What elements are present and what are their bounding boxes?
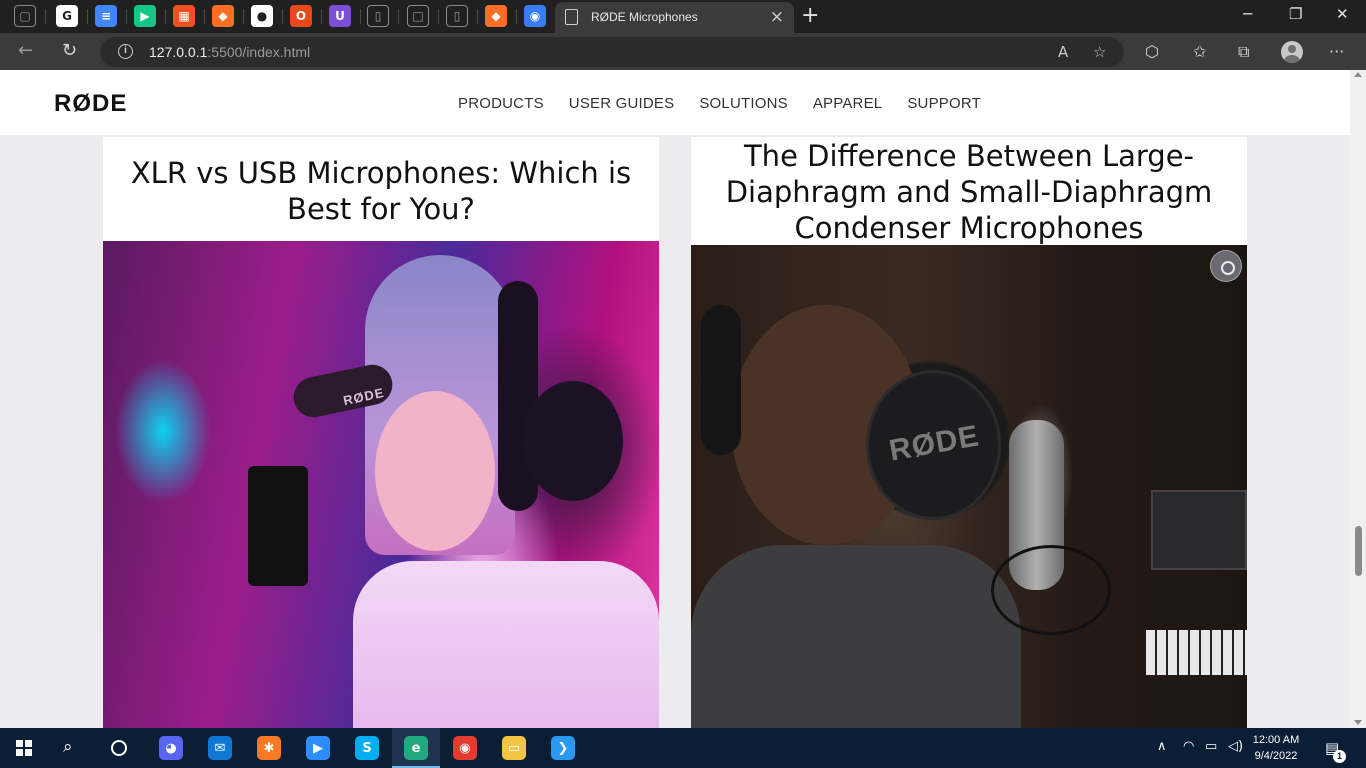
more-options-icon[interactable]: ··· xyxy=(1329,42,1344,61)
tab-separator xyxy=(87,9,88,24)
close-window-button[interactable]: ✕ xyxy=(1336,5,1349,23)
tab-separator xyxy=(360,9,361,24)
address-bar[interactable]: i 127.0.0.1:5500/index.html A ☆ xyxy=(100,37,1124,67)
show-hidden-icons[interactable]: ∧ xyxy=(1157,739,1167,754)
time-text: 12:00 AM xyxy=(1252,734,1300,746)
maximize-button[interactable]: ❐ xyxy=(1289,5,1302,23)
tab-separator xyxy=(243,9,244,24)
nav-solutions[interactable]: SOLUTIONS xyxy=(699,95,787,112)
gitlab-icon[interactable]: ◆ xyxy=(485,5,507,27)
nav-user-guides[interactable]: USER GUIDES xyxy=(569,95,675,112)
mail-icon[interactable]: ✉ xyxy=(208,736,232,760)
skype-icon[interactable]: S xyxy=(355,736,379,760)
profile-avatar[interactable] xyxy=(1281,41,1303,63)
vertical-scrollbar[interactable] xyxy=(1350,70,1366,728)
notification-badge: 1 xyxy=(1333,750,1346,763)
page-icon[interactable]: ▯ xyxy=(367,5,389,27)
vscode-icon[interactable]: ❯ xyxy=(551,736,575,760)
tab-separator xyxy=(438,9,439,24)
chrome-icon[interactable]: ◉ xyxy=(453,736,477,760)
square-icon[interactable]: □ xyxy=(407,5,429,27)
nav-apparel[interactable]: APPAREL xyxy=(813,95,883,112)
scroll-thumb[interactable] xyxy=(1355,526,1362,576)
date-text: 9/4/2022 xyxy=(1254,750,1298,762)
shirt-shape xyxy=(353,561,659,728)
office-icon[interactable]: O xyxy=(290,5,312,27)
web-page: RØDE PRODUCTS USER GUIDES SOLUTIONS APPA… xyxy=(0,70,1350,728)
discord-icon[interactable]: ◕ xyxy=(159,736,183,760)
xampp-icon[interactable]: ✱ xyxy=(257,736,281,760)
gitlab-icon[interactable]: ◆ xyxy=(212,5,234,27)
tab-separator xyxy=(45,9,46,24)
laptop-shape xyxy=(1151,490,1247,570)
article-image[interactable]: RØDE xyxy=(103,241,659,728)
clock[interactable]: 12:00 AM 9/4/2022 xyxy=(1248,732,1304,764)
wifi-icon[interactable]: ◠ xyxy=(1183,739,1194,754)
google-docs-icon[interactable]: ≡ xyxy=(95,5,117,27)
page-icon xyxy=(565,9,578,25)
microsoft-icon[interactable]: ▦ xyxy=(173,5,195,27)
keyboard-shape xyxy=(1146,630,1247,675)
favorite-star-icon[interactable]: ☆ xyxy=(1093,43,1106,61)
tab-separator xyxy=(204,9,205,24)
page-icon[interactable]: ▯ xyxy=(446,5,468,27)
site-header: RØDE PRODUCTS USER GUIDES SOLUTIONS APPA… xyxy=(0,70,1350,135)
cortana-icon[interactable] xyxy=(111,740,127,756)
scroll-down-icon[interactable] xyxy=(1354,720,1362,725)
edge-icon[interactable]: e xyxy=(404,736,428,760)
earcup-shape xyxy=(523,381,623,501)
article-image[interactable]: RØDE xyxy=(691,245,1247,728)
main-nav: PRODUCTS USER GUIDES SOLUTIONS APPAREL S… xyxy=(458,95,1006,112)
google-icon[interactable]: G xyxy=(56,5,78,27)
tab-strip: ▢ G ≡ ▶ ▦ ◆ ● O U ▯ □ ▯ ◆ ◉ RØDE Microphones × + ─ ❐ … xyxy=(0,0,1366,33)
collections-icon[interactable]: ⧉ xyxy=(1238,42,1249,62)
tab-separator xyxy=(398,9,399,24)
tab-separator xyxy=(165,9,166,24)
visual-search-icon[interactable] xyxy=(1210,250,1242,282)
toolbar: ← ↻ i 127.0.0.1:5500/index.html A ☆ ⬡ ✩ … xyxy=(0,33,1366,70)
play-icon[interactable]: ▶ xyxy=(134,5,156,27)
zoom-icon[interactable]: ▶ xyxy=(306,736,330,760)
tab-separator xyxy=(126,9,127,24)
window-icon[interactable]: ▢ xyxy=(14,5,36,27)
article-title[interactable]: The Difference Between Large-Diaphragm a… xyxy=(687,138,1251,246)
new-tab-button[interactable]: + xyxy=(801,3,819,28)
volume-icon[interactable]: ◁) xyxy=(1228,739,1243,754)
file-explorer-icon[interactable]: ▭ xyxy=(502,736,526,760)
shirt-shape xyxy=(691,545,1021,728)
tab-rode-microphones[interactable]: RØDE Microphones × xyxy=(555,2,794,33)
tab-separator xyxy=(321,9,322,24)
refresh-icon[interactable]: ↻ xyxy=(62,40,77,61)
taskbar: ⌕ ◕ ✉ ✱ ▶ Se ◉ ▭ ❯ ∧ ◠ ▭ ◁) 12:00 AM 9/4/2022 ▤… xyxy=(0,728,1366,768)
favorites-icon[interactable]: ✩ xyxy=(1193,42,1206,61)
shock-mount-shape xyxy=(991,545,1111,635)
tab-separator xyxy=(516,9,517,24)
tab-separator xyxy=(477,9,478,24)
face-shape xyxy=(375,391,495,551)
headphones-shape xyxy=(701,305,741,455)
github-icon[interactable]: ● xyxy=(251,5,273,27)
u-icon[interactable]: U xyxy=(329,5,351,27)
nav-support[interactable]: SUPPORT xyxy=(907,95,981,112)
battery-icon[interactable]: ▭ xyxy=(1205,739,1217,754)
tab-title: RØDE Microphones xyxy=(591,10,698,24)
url-text[interactable]: 127.0.0.1:5500/index.html xyxy=(149,44,310,60)
minimize-button[interactable]: ─ xyxy=(1243,5,1252,23)
nav-products[interactable]: PRODUCTS xyxy=(458,95,544,112)
site-info-icon[interactable]: i xyxy=(118,44,133,59)
compass-icon[interactable]: ◉ xyxy=(524,5,546,27)
tab-separator xyxy=(282,9,283,24)
extensions-icon[interactable]: ⬡ xyxy=(1145,42,1159,61)
read-aloud-icon[interactable]: A xyxy=(1058,43,1068,61)
windows-start-icon[interactable] xyxy=(16,740,32,756)
scroll-up-icon[interactable] xyxy=(1354,72,1362,77)
search-icon[interactable]: ⌕ xyxy=(63,737,73,757)
close-tab-icon[interactable]: × xyxy=(770,7,784,27)
interface-shape xyxy=(248,466,308,586)
article-title[interactable]: XLR vs USB Microphones: Which is Best fo… xyxy=(103,155,659,227)
rode-logo[interactable]: RØDE xyxy=(54,90,127,118)
back-icon[interactable]: ← xyxy=(18,40,33,61)
